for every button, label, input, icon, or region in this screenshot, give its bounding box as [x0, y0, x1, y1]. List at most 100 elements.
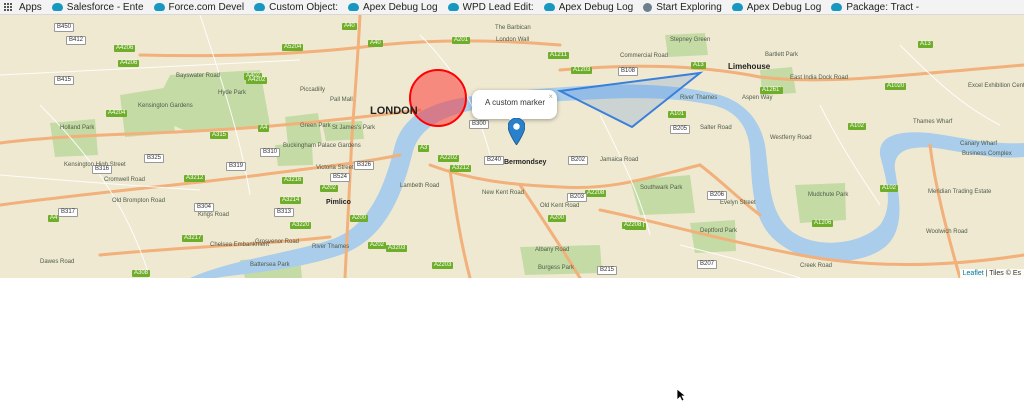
place-label: Commercial Road — [620, 53, 669, 59]
place-label: Buckingham Palace Gardens — [283, 143, 361, 149]
bookmark-label: Apex Debug Log — [558, 1, 634, 13]
leaflet-link[interactable]: Leaflet — [963, 270, 984, 277]
bookmark-force-dev[interactable]: Force.com Devel — [153, 1, 245, 13]
bookmark-wpd-lead-edit[interactable]: WPD Lead Edit: — [447, 1, 534, 13]
place-label: Green Park — [300, 123, 331, 129]
road-shield: B412 — [66, 36, 87, 45]
road-shield: B524 — [330, 173, 351, 182]
place-label: Canary Wharf — [960, 141, 998, 147]
place-label: Old Brompton Road — [112, 198, 166, 204]
bookmark-label: Start Exploring — [656, 1, 722, 13]
place-label: Piccadilly — [300, 87, 326, 93]
road-shield: A4204 — [106, 110, 128, 117]
place-label: River Thames — [680, 95, 718, 101]
bookmark-start-exploring[interactable]: Start Exploring — [643, 2, 722, 13]
road-shield: B202 — [568, 156, 589, 165]
bookmark-label: Force.com Devel — [168, 1, 245, 13]
bookmark-label: Apex Debug Log — [363, 1, 438, 13]
park-kensington-gardens — [120, 87, 175, 137]
place-label: Thames Wharf — [913, 119, 953, 125]
attribution-text: | Tiles © Es — [983, 270, 1021, 277]
place-label: River Thames — [312, 244, 350, 250]
road-shield: A3217 — [182, 235, 204, 242]
road-shield: A1206 — [812, 220, 834, 227]
bookmark-salesforce-enterprise[interactable]: Salesforce - Ente — [51, 2, 144, 13]
bookmark-apps[interactable]: Apps — [0, 2, 42, 13]
bookmark-custom-object[interactable]: Custom Object: — [254, 2, 338, 13]
place-label: Bartlett Park — [765, 52, 799, 58]
bookmark-label: WPD Lead Edit: — [462, 1, 534, 13]
salesforce-cloud-icon — [731, 3, 743, 11]
place-label: Burgess Park — [538, 265, 575, 271]
globe-icon — [643, 2, 653, 12]
bookmark-apex-debug-log-1[interactable]: Apex Debug Log — [348, 2, 438, 13]
place-label: Mudchute Park — [808, 192, 849, 198]
place-label: St James's Park — [332, 125, 376, 131]
road-shield: A3214 — [280, 197, 302, 204]
place-label: Kensington Gardens — [138, 103, 193, 109]
salesforce-cloud-icon — [254, 3, 266, 11]
bookmark-apex-debug-log-2[interactable]: Apex Debug Log — [543, 1, 634, 13]
road-shield: A3203 — [386, 245, 408, 252]
road-shield: A2208 — [585, 190, 607, 197]
road-shield: A2208 — [622, 222, 644, 229]
road-shield: A1211 — [548, 52, 569, 59]
salesforce-cloud-icon — [51, 3, 63, 11]
bookmark-package-tract[interactable]: Package: Tract - — [831, 2, 919, 13]
road-shield: B205 — [670, 125, 691, 134]
place-label: Hyde Park — [218, 90, 247, 96]
road-shield: A1261 — [760, 87, 782, 94]
place-label: Southwark Park — [640, 185, 683, 191]
place-label: Grosvenor Road — [255, 239, 300, 245]
road-shield: B304 — [194, 203, 215, 212]
place-label: Lambeth Road — [400, 183, 440, 189]
place-label: Holland Park — [60, 125, 95, 131]
mouse-cursor-icon — [676, 388, 686, 402]
road-shield: B207 — [697, 260, 718, 269]
place-label: London Wall — [496, 37, 530, 43]
place-label: Kings Road — [198, 212, 230, 218]
place-label: Evelyn Street — [720, 200, 756, 206]
place-label-major: Bermondsey — [504, 159, 547, 166]
place-label: Woolwich Road — [926, 229, 968, 235]
place-label: Salter Road — [700, 125, 732, 131]
bookmark-apex-debug-log-3[interactable]: Apex Debug Log — [731, 1, 822, 13]
road-shield: B310 — [260, 148, 281, 157]
place-label: Excel Exhibition Centre — [968, 83, 1024, 89]
road-shield: B203 — [567, 193, 588, 202]
road-shield: B240 — [484, 156, 505, 165]
popup-close-button[interactable]: × — [548, 92, 553, 101]
road-shield: A102 — [848, 123, 867, 130]
salesforce-cloud-icon — [348, 3, 360, 11]
place-label: Albany Road — [535, 247, 570, 253]
road-shield: A3212 — [450, 165, 472, 172]
road-shield: A40 — [342, 23, 357, 30]
road-shield: B215 — [597, 266, 618, 275]
road-shield: A201 — [452, 37, 471, 44]
road-shield: B317 — [58, 208, 79, 217]
road-shield: B415 — [54, 76, 75, 85]
bookmark-label: Apex Debug Log — [746, 1, 822, 13]
road-shield: A101 — [668, 111, 687, 118]
popup-text: A custom marker — [485, 98, 546, 107]
map-marker-icon[interactable] — [508, 118, 525, 145]
road-shield: B108 — [618, 67, 639, 76]
road-shield: A202 — [368, 242, 387, 249]
place-label: Deptford Park — [700, 228, 738, 234]
map-container[interactable]: LONDON Limehouse Bermondsey Pimlico Hyde Par… — [0, 15, 1024, 278]
place-label: Victoria Street — [316, 165, 354, 171]
salesforce-cloud-icon — [543, 3, 555, 11]
map-popup[interactable]: A custom marker × — [472, 90, 557, 126]
place-label: Bayswater Road — [176, 73, 221, 79]
place-label: Westferry Road — [770, 135, 812, 141]
bookmark-label: Package: Tract - — [846, 1, 920, 13]
bookmark-label: Custom Object: — [269, 1, 339, 13]
road-shield: A4206 — [118, 60, 140, 67]
road-shield: A3216 — [282, 177, 304, 184]
place-label: Dawes Road — [40, 259, 75, 265]
place-label: The Barbican — [495, 25, 531, 31]
road-shield: A1020 — [885, 83, 907, 90]
road-shield: B319 — [226, 162, 247, 171]
road-shield: B325 — [144, 154, 165, 163]
place-label: Cromwell Road — [104, 177, 146, 183]
